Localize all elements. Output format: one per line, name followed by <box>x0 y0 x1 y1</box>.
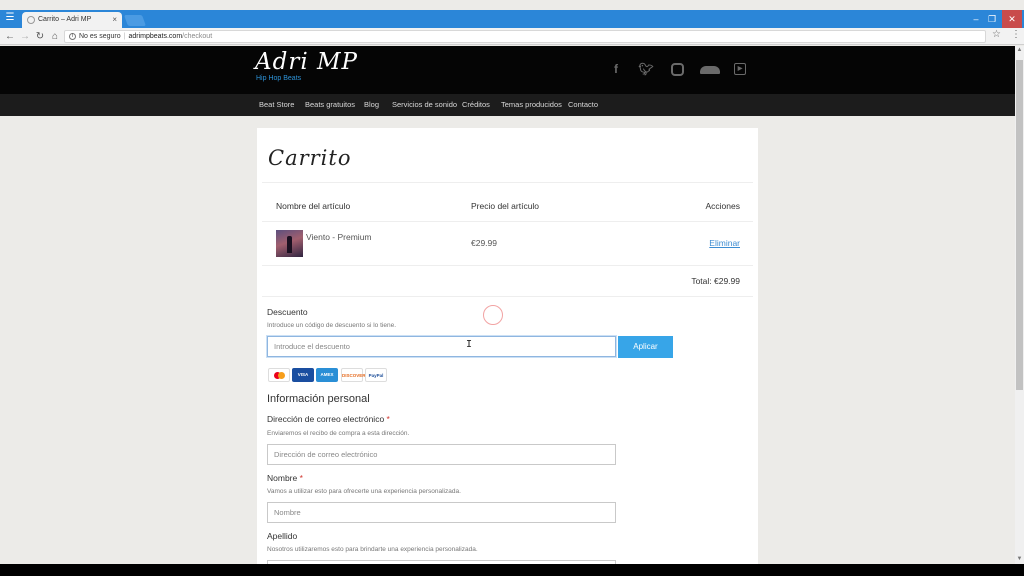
tab-close-icon[interactable]: × <box>112 12 117 28</box>
security-label: No es seguro <box>79 33 121 40</box>
amex-icon: AMEX <box>316 368 338 382</box>
visa-icon: VISA <box>292 368 314 382</box>
name-label-text: Nombre <box>267 473 298 483</box>
screen-bottom-edge <box>0 564 1024 576</box>
browser-tabstrip: ☰ Carrito – Adri MP × – ❐ ✕ <box>0 10 1024 28</box>
remove-item-link[interactable]: Eliminar <box>709 238 740 248</box>
email-label: Dirección de correo electrónico * <box>267 414 390 424</box>
email-label-text: Dirección de correo electrónico <box>267 414 385 424</box>
email-field[interactable]: Dirección de correo electrónico <box>267 444 616 465</box>
item-price: €29.99 <box>471 238 497 248</box>
discount-input[interactable]: Introduce el descuento <box>267 336 616 357</box>
nav-beat-store[interactable]: Beat Store <box>259 94 294 116</box>
site-nav: Beat Store Beats gratuitos Blog Servicio… <box>0 94 1024 116</box>
nav-contacto[interactable]: Contacto <box>568 94 598 116</box>
site-tagline: Hip Hop Beats <box>256 75 302 82</box>
divider <box>262 221 753 222</box>
tab-title: Carrito – Adri MP <box>38 16 92 23</box>
window-close-icon[interactable]: ✕ <box>1002 10 1022 28</box>
required-marker: * <box>299 473 303 483</box>
instagram-icon[interactable] <box>671 63 684 76</box>
url-path: /checkout <box>182 33 213 40</box>
divider <box>262 182 753 183</box>
youtube-icon[interactable]: ▶ <box>734 63 746 75</box>
name-field[interactable]: Nombre <box>267 502 616 523</box>
divider <box>262 265 753 266</box>
click-indicator <box>483 305 503 325</box>
minimize-icon[interactable]: – <box>968 10 984 28</box>
twitter-icon[interactable]: 🐦︎ <box>638 61 654 77</box>
nav-temas-producidos[interactable]: Temas producidos <box>501 94 562 116</box>
url-separator: | <box>123 33 126 40</box>
name-label: Nombre * <box>267 473 303 483</box>
page-scrollbar[interactable]: ▲ ▼ <box>1015 46 1024 564</box>
browser-menu-icon[interactable]: ⋮ <box>1011 29 1021 40</box>
email-help: Enviaremos el recibo de compra a esta di… <box>267 430 410 437</box>
apply-discount-button[interactable]: Aplicar <box>618 336 673 358</box>
section-title-personal: Información personal <box>267 393 370 405</box>
maximize-icon[interactable]: ❐ <box>984 10 1000 28</box>
forward-icon[interactable]: → <box>18 28 32 45</box>
column-header-actions: Acciones <box>705 201 741 211</box>
page-favicon-icon <box>27 16 35 24</box>
column-header-item: Nombre del artículo <box>276 201 351 211</box>
page-title: Carrito <box>268 146 352 170</box>
paypal-icon: PayPal <box>365 368 387 382</box>
bookmark-star-icon[interactable]: ☆ <box>992 29 1001 40</box>
text-cursor-icon: I <box>466 339 473 350</box>
back-icon[interactable]: ← <box>3 28 17 45</box>
required-marker: * <box>386 414 390 424</box>
divider <box>262 296 753 297</box>
nav-blog[interactable]: Blog <box>364 94 379 116</box>
nav-servicios-de-sonido[interactable]: Servicios de sonido <box>392 94 457 116</box>
info-icon[interactable]: i <box>69 32 76 40</box>
address-bar[interactable]: i No es seguro | adrimpbeats.com/checkout <box>64 30 986 43</box>
discount-help: Introduce un código de descuento si lo t… <box>267 322 397 329</box>
thumbnail-figure <box>287 236 292 253</box>
item-name: Viento - Premium <box>306 232 372 242</box>
cart-total: Total: €29.99 <box>691 276 740 286</box>
home-icon[interactable]: ⌂ <box>48 28 62 45</box>
mastercard-orange-circle <box>277 372 285 380</box>
browser-tab[interactable]: Carrito – Adri MP × <box>22 12 122 28</box>
surname-label: Apellido <box>267 531 298 541</box>
scroll-up-icon[interactable]: ▲ <box>1015 46 1024 55</box>
soundcloud-icon[interactable] <box>700 66 720 74</box>
scroll-thumb[interactable] <box>1016 60 1023 390</box>
item-thumbnail <box>276 230 303 257</box>
nav-beats-gratuitos[interactable]: Beats gratuitos <box>305 94 355 116</box>
screen: ☰ Carrito – Adri MP × – ❐ ✕ ← → ↻ ⌂ i No … <box>0 0 1024 576</box>
nav-creditos[interactable]: Créditos <box>462 94 490 116</box>
discount-label: Descuento <box>267 307 308 317</box>
checkout-card: Carrito Nombre del artículo Precio del a… <box>257 128 758 576</box>
column-header-price: Precio del artículo <box>471 201 540 211</box>
site-header: Adri MP Hip Hop Beats f 🐦︎ ▶ <box>0 46 1024 94</box>
site-logo[interactable]: Adri MP <box>255 49 358 75</box>
new-tab-button[interactable] <box>123 15 147 26</box>
url-host: adrimpbeats.com <box>128 33 183 40</box>
browser-profile-icon[interactable]: ☰ <box>4 12 16 24</box>
name-help: Vamos a utilizar esto para ofrecerte una… <box>267 488 461 495</box>
browser-toolbar: ← → ↻ ⌂ i No es seguro | adrimpbeats.com/ch… <box>0 28 1024 45</box>
facebook-icon[interactable]: f <box>608 61 624 77</box>
reload-icon[interactable]: ↻ <box>33 28 47 45</box>
mastercard-icon <box>268 368 290 382</box>
surname-help: Nosotros utilizaremos esto para brindart… <box>267 546 478 553</box>
scroll-down-icon[interactable]: ▼ <box>1015 555 1024 564</box>
discover-icon: DISCOVER <box>341 368 366 382</box>
